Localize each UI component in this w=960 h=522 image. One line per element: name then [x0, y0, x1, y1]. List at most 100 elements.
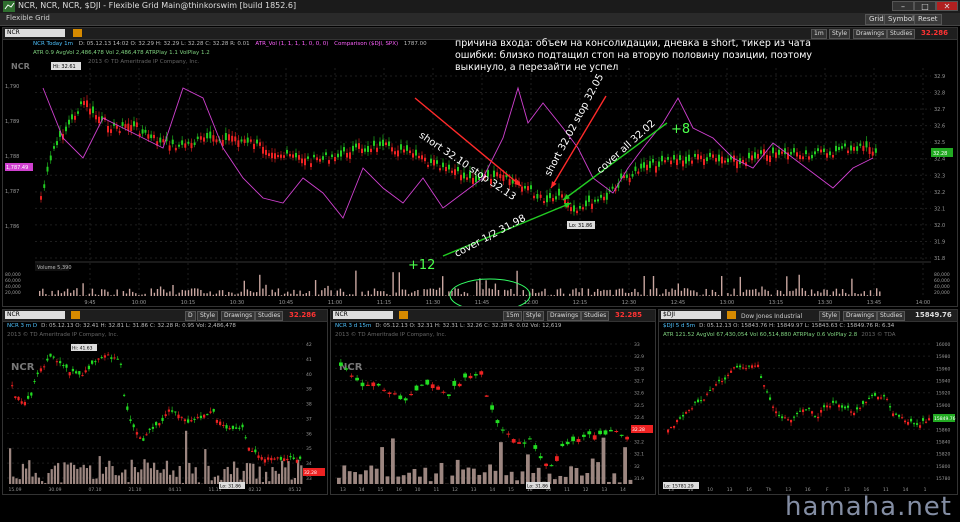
ncr-logo: NCR — [11, 362, 35, 373]
price-candle — [95, 115, 97, 119]
window-title: NCR, NCR, NCR, $DJI - Flexible Grid Main… — [18, 1, 296, 10]
candle — [886, 399, 888, 400]
price-candle — [367, 146, 369, 152]
close-button[interactable]: ✕ — [936, 1, 958, 11]
y-tick: 39 — [306, 387, 312, 393]
candle — [673, 426, 675, 428]
price-candle — [162, 139, 164, 142]
price-candle — [203, 137, 205, 141]
volume-bar — [113, 295, 114, 296]
volume-bar — [247, 289, 248, 296]
volume-bar — [44, 483, 46, 484]
candle — [604, 430, 608, 434]
volume-bar — [318, 295, 319, 296]
candle — [706, 394, 708, 395]
reset-button[interactable]: Reset — [914, 14, 942, 25]
price-candle — [216, 139, 218, 142]
candle — [458, 384, 462, 386]
candle — [245, 437, 247, 438]
x-tick: 15.09 — [9, 487, 22, 493]
volume-bar — [450, 476, 454, 484]
volume-bar — [864, 291, 865, 296]
x-tick: 15 — [508, 487, 514, 493]
candle — [512, 439, 516, 443]
price-candle — [364, 148, 366, 151]
volume-bar — [188, 290, 189, 296]
price-candle — [340, 150, 342, 156]
candle — [474, 374, 478, 375]
candle — [748, 366, 750, 367]
daily-chart-canvas[interactable]: 4241403938373635343315.0930.0907.1021.10… — [3, 310, 327, 494]
candle — [841, 405, 843, 407]
minimize-button[interactable]: – — [892, 1, 914, 11]
price-candle — [793, 148, 795, 152]
price-candle — [652, 159, 654, 163]
volume-bar — [557, 289, 558, 296]
candle — [350, 376, 354, 377]
volume-bar — [294, 478, 296, 484]
volume-bar — [241, 292, 242, 296]
volume-bar — [678, 284, 679, 296]
volume-bar — [296, 294, 297, 296]
candle — [868, 398, 870, 399]
price-candle — [283, 155, 285, 158]
volume-bar — [399, 272, 400, 296]
x-tick: 10:30 — [230, 300, 244, 306]
price-candle — [119, 131, 121, 133]
candle — [62, 365, 64, 366]
candle — [339, 362, 343, 365]
price-candle — [385, 143, 387, 146]
price-candle — [197, 137, 199, 139]
candle — [490, 405, 494, 409]
y-tick: 33 — [634, 342, 640, 348]
candle — [506, 434, 510, 435]
intraday-chart-canvas[interactable]: 3332.932.832.732.632.532.432.332.232.132… — [331, 310, 655, 494]
volume-bar — [768, 291, 769, 296]
volume-bar — [575, 468, 579, 484]
candle — [21, 401, 23, 403]
price-candle — [658, 161, 660, 166]
candle — [485, 395, 489, 396]
price-candle — [110, 129, 112, 133]
price-candle — [209, 132, 211, 139]
price-candle — [147, 134, 149, 138]
dji-chart-canvas[interactable]: 1600015980159601594015920159001588015860… — [659, 310, 957, 494]
candle — [49, 354, 51, 357]
candle — [229, 428, 231, 429]
volume-bar — [48, 295, 49, 296]
candle — [371, 383, 375, 387]
volume-bar — [185, 290, 186, 296]
candle — [452, 381, 456, 386]
candle — [286, 459, 288, 460]
price-candle — [169, 145, 171, 150]
volume-bar — [175, 477, 177, 484]
volume-bar — [262, 482, 264, 484]
price-candle — [706, 157, 708, 161]
candle — [694, 402, 696, 403]
volume-bar — [104, 290, 105, 296]
volume-bar — [580, 476, 584, 484]
y-tick-left: 1,787 — [5, 189, 19, 195]
volume-bar — [284, 294, 285, 296]
price-tag: 32.28 — [304, 470, 317, 476]
candle — [784, 417, 786, 418]
volume-bar — [290, 294, 291, 296]
price-candle — [844, 144, 846, 147]
price-candle — [136, 122, 138, 127]
volume-bar — [219, 290, 220, 296]
price-candle — [841, 146, 843, 148]
candle — [880, 398, 882, 399]
price-candle — [234, 136, 236, 141]
volume-bar — [839, 294, 840, 296]
candle — [688, 410, 690, 411]
price-candle — [869, 147, 871, 154]
volume-bar — [591, 459, 595, 484]
volume-bar — [848, 294, 849, 296]
volume-bar — [644, 276, 645, 296]
price-candle — [570, 207, 572, 211]
volume-bar — [851, 279, 852, 296]
candle — [697, 400, 699, 403]
candle — [814, 416, 816, 417]
maximize-button[interactable]: □ — [914, 1, 936, 11]
candle — [33, 381, 35, 382]
